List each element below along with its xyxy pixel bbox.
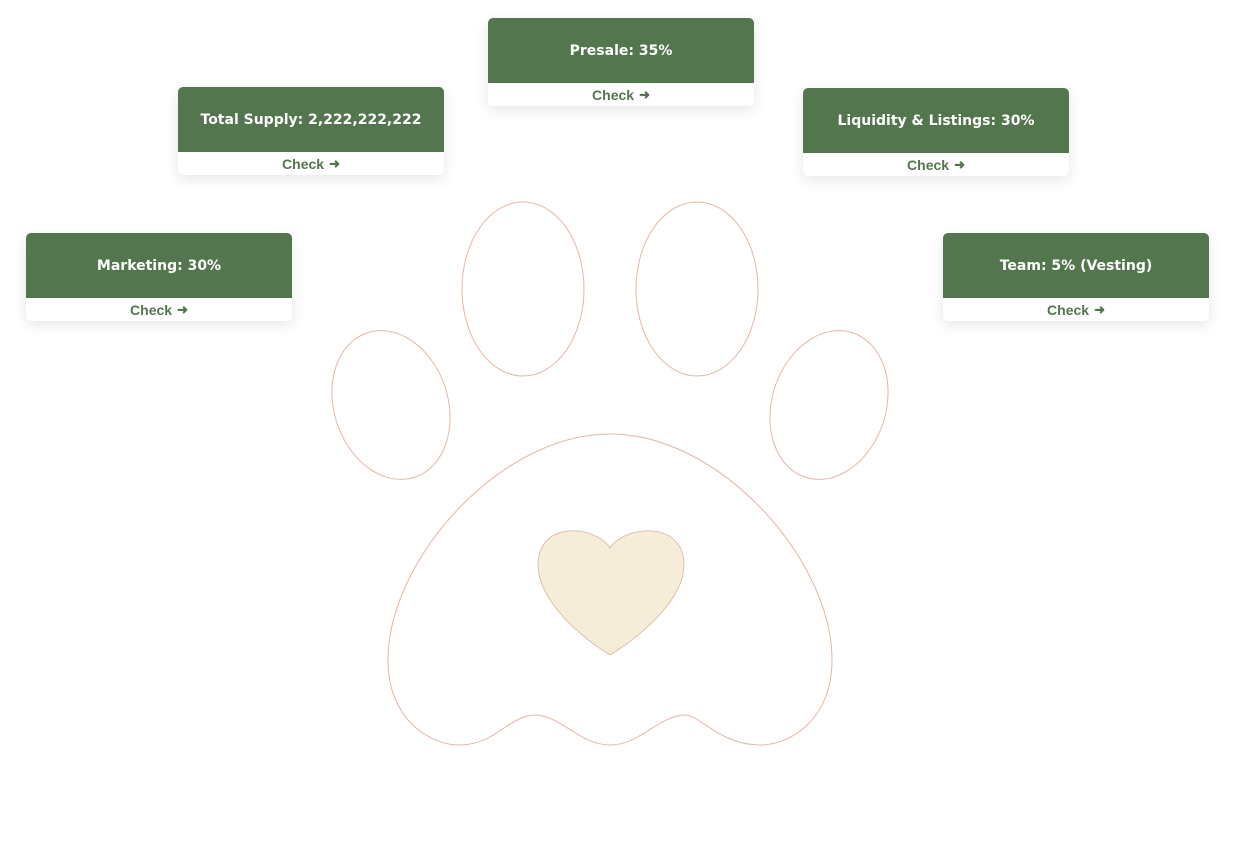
check-link[interactable]: Check ➜ <box>803 153 1069 176</box>
heart-icon <box>537 530 685 656</box>
card-title: Marketing: 30% <box>26 233 292 298</box>
card-title: Team: 5% (Vesting) <box>943 233 1209 298</box>
presale-card: Presale: 35% Check ➜ <box>488 18 754 106</box>
check-link[interactable]: Check ➜ <box>26 298 292 321</box>
check-label: Check <box>907 156 950 173</box>
card-title: Total Supply: 2,222,222,222 <box>178 87 444 152</box>
check-link[interactable]: Check ➜ <box>488 83 754 106</box>
liquidity-card: Liquidity & Listings: 30% Check ➜ <box>803 88 1069 176</box>
card-title: Presale: 35% <box>488 18 754 83</box>
paw-toe-outer-left <box>331 330 451 480</box>
check-label: Check <box>592 86 635 103</box>
check-link[interactable]: Check ➜ <box>943 298 1209 321</box>
marketing-card: Marketing: 30% Check ➜ <box>26 233 292 321</box>
check-label: Check <box>130 301 173 318</box>
check-label: Check <box>282 155 325 172</box>
total-supply-card: Total Supply: 2,222,222,222 Check ➜ <box>178 87 444 175</box>
arrow-right-icon: ➜ <box>1094 301 1105 317</box>
check-label: Check <box>1047 301 1090 318</box>
arrow-right-icon: ➜ <box>954 156 965 172</box>
arrow-right-icon: ➜ <box>177 301 188 317</box>
card-title: Liquidity & Listings: 30% <box>803 88 1069 153</box>
arrow-right-icon: ➜ <box>329 155 340 171</box>
paw-toe-inner-right <box>635 201 759 377</box>
check-link[interactable]: Check ➜ <box>178 152 444 175</box>
arrow-right-icon: ➜ <box>639 86 650 102</box>
team-card: Team: 5% (Vesting) Check ➜ <box>943 233 1209 321</box>
paw-toe-outer-right <box>769 330 889 480</box>
paw-toe-inner-left <box>461 201 585 377</box>
